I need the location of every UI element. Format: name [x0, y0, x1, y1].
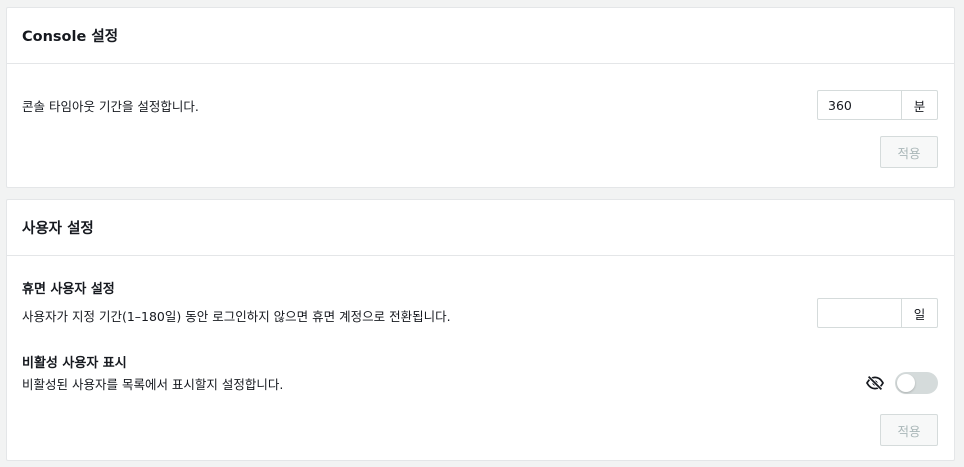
console-timeout-description: 콘솔 타임아웃 기간을 설정합니다. — [22, 99, 199, 114]
console-settings-header: Console 설정 — [7, 8, 954, 64]
console-settings-title: Console 설정 — [22, 29, 119, 45]
console-settings-card: Console 설정 콘솔 타임아웃 기간을 설정합니다. 분 적용 — [6, 7, 955, 188]
console-timeout-input[interactable] — [818, 91, 901, 119]
dormant-days-unit: 일 — [901, 299, 937, 327]
user-settings-title: 사용자 설정 — [22, 221, 94, 237]
inactive-user-heading: 비활성 사용자 표시 — [22, 356, 127, 371]
console-apply-button[interactable]: 적용 — [880, 136, 938, 168]
console-timeout-input-group: 분 — [817, 90, 938, 120]
user-settings-card: 사용자 설정 휴면 사용자 설정 사용자가 지정 기간(1–180일) 동안 로… — [6, 199, 955, 461]
dormant-days-input[interactable] — [818, 299, 901, 327]
user-settings-header: 사용자 설정 — [7, 200, 954, 256]
user-settings-apply-button[interactable]: 적용 — [880, 414, 938, 446]
dormant-user-heading: 휴면 사용자 설정 — [22, 282, 115, 297]
inactive-user-description: 비활성된 사용자를 목록에서 표시할지 설정합니다. — [22, 377, 284, 392]
inactive-user-toggle[interactable] — [895, 372, 938, 394]
console-timeout-unit: 분 — [901, 91, 937, 119]
dormant-days-input-group: 일 — [817, 298, 938, 328]
dormant-user-description: 사용자가 지정 기간(1–180일) 동안 로그인하지 않으면 휴면 계정으로 … — [22, 309, 451, 324]
eye-slash-icon — [865, 375, 885, 391]
toggle-knob — [897, 374, 915, 392]
